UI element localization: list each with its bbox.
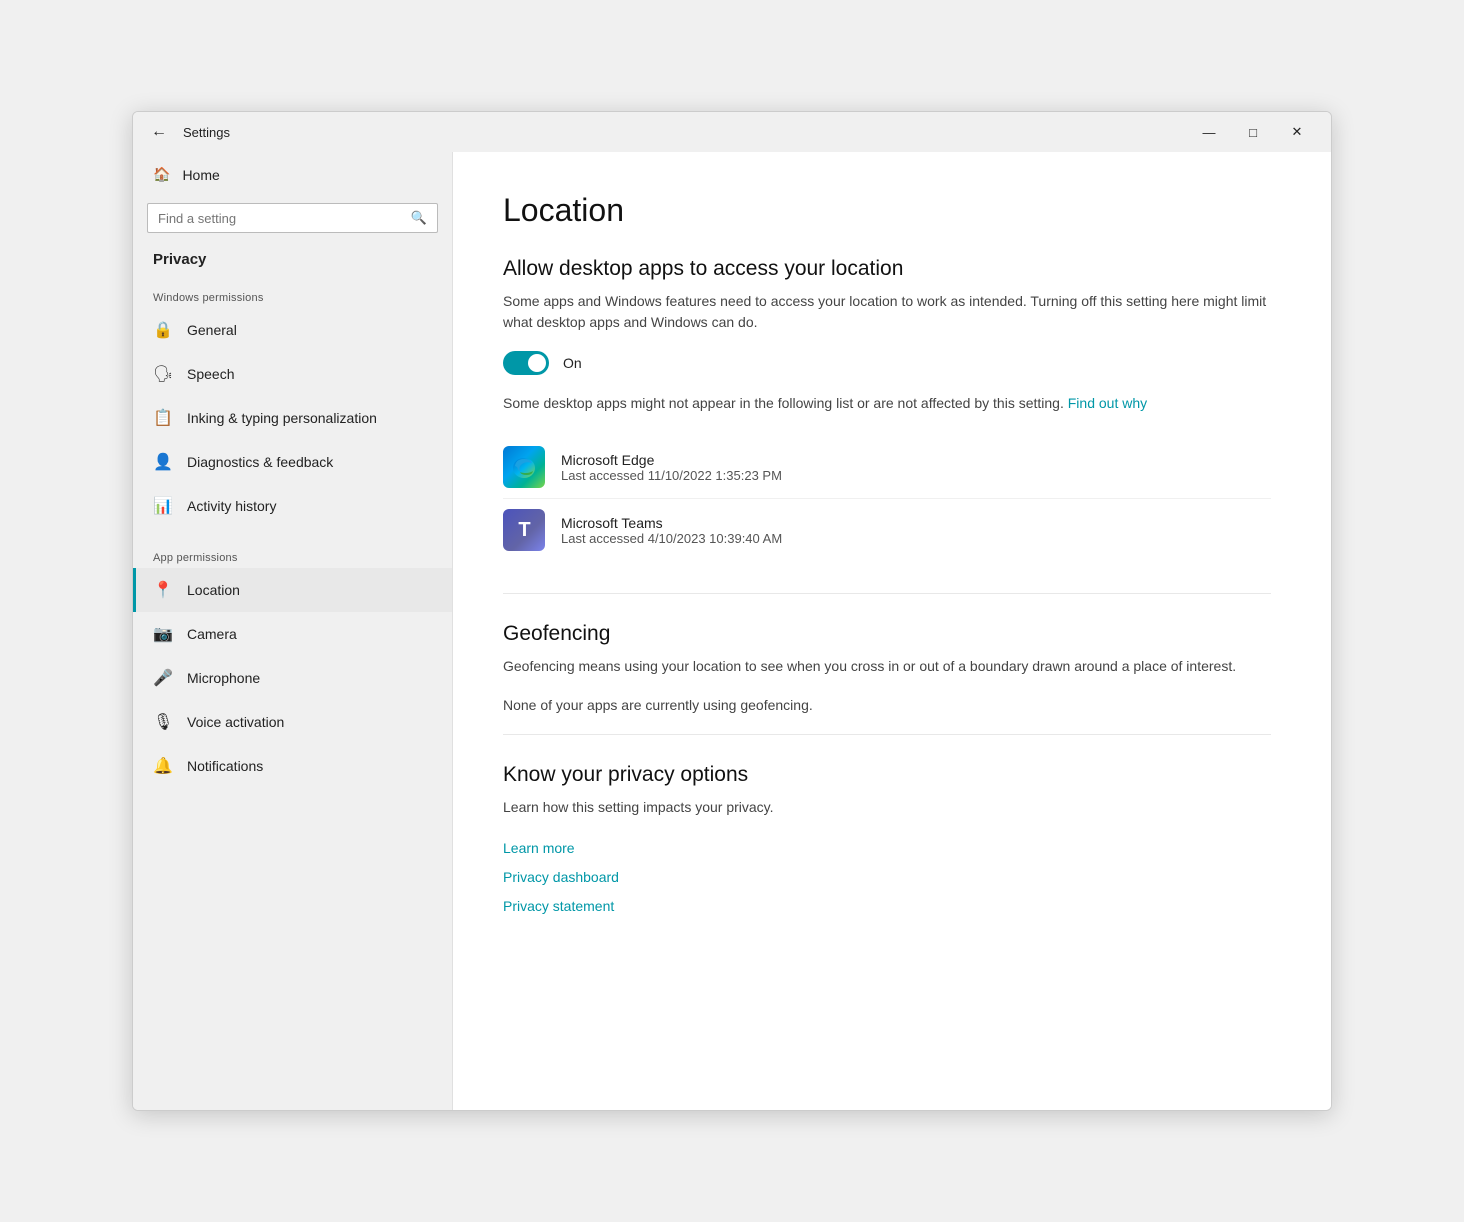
settings-window: ← Settings — □ ✕ 🏠 Home 🔍 Privacy Win — [132, 111, 1332, 1111]
teams-date: Last accessed 4/10/2023 10:39:40 AM — [561, 531, 782, 546]
sidebar-item-location[interactable]: 📍 Location — [133, 568, 452, 612]
section3-title: Know your privacy options — [503, 763, 1271, 787]
privacy-links: Learn more Privacy dashboard Privacy sta… — [503, 836, 1271, 920]
sidebar-item-notifications[interactable]: 🔔 Notifications — [133, 744, 452, 788]
sidebar-item-voice-label: Voice activation — [187, 714, 284, 730]
sidebar-item-camera-label: Camera — [187, 626, 237, 642]
sidebar-item-speech[interactable]: 🗣 Speech — [133, 352, 452, 396]
teams-icon: T — [503, 509, 545, 551]
search-input[interactable] — [158, 211, 411, 226]
sidebar-item-inking[interactable]: 📋 Inking & typing personalization — [133, 396, 452, 440]
sidebar-item-voice[interactable]: 🎙 Voice activation — [133, 700, 452, 744]
sidebar-item-microphone[interactable]: 🎤 Microphone — [133, 656, 452, 700]
app-item-teams: T Microsoft Teams Last accessed 4/10/202… — [503, 499, 1271, 561]
page-title: Location — [503, 192, 1271, 229]
sidebar-search-box[interactable]: 🔍 — [147, 203, 438, 233]
toggle-label: On — [563, 355, 582, 371]
close-button[interactable]: ✕ — [1275, 116, 1319, 148]
note-text: Some desktop apps might not appear in th… — [503, 393, 1271, 414]
sidebar-item-activity-label: Activity history — [187, 498, 276, 514]
toggle-row: On — [503, 351, 1271, 375]
section1-title: Allow desktop apps to access your locati… — [503, 257, 1271, 281]
sidebar-item-general-label: General — [187, 322, 237, 338]
back-button[interactable]: ← — [145, 119, 173, 145]
title-bar-title: Settings — [183, 125, 230, 140]
edge-icon — [503, 446, 545, 488]
app-permissions-title: App permissions — [133, 542, 452, 568]
home-icon: 🏠 — [153, 166, 170, 183]
location-toggle[interactable] — [503, 351, 549, 375]
sidebar-item-camera[interactable]: 📷 Camera — [133, 612, 452, 656]
content-area: 🏠 Home 🔍 Privacy Windows permissions 🔒 G… — [133, 152, 1331, 1110]
sidebar-item-inking-label: Inking & typing personalization — [187, 410, 377, 426]
minimize-button[interactable]: — — [1187, 116, 1231, 148]
diagnostics-icon: 👤 — [153, 452, 173, 472]
note-prefix: Some desktop apps might not appear in th… — [503, 395, 1064, 411]
section2-description: Geofencing means using your location to … — [503, 656, 1271, 677]
teams-icon-text: T — [518, 519, 529, 542]
microphone-icon: 🎤 — [153, 668, 173, 688]
section2-title: Geofencing — [503, 622, 1271, 646]
voice-icon: 🎙 — [153, 712, 173, 732]
sidebar-item-location-label: Location — [187, 582, 240, 598]
inking-icon: 📋 — [153, 408, 173, 428]
sidebar-privacy-label: Privacy — [133, 245, 452, 282]
sidebar-item-speech-label: Speech — [187, 366, 234, 382]
app-item-edge: Microsoft Edge Last accessed 11/10/2022 … — [503, 436, 1271, 499]
sidebar-item-diagnostics[interactable]: 👤 Diagnostics & feedback — [133, 440, 452, 484]
toggle-knob — [528, 354, 546, 372]
location-icon: 📍 — [153, 580, 173, 600]
title-bar-controls: — □ ✕ — [1187, 116, 1319, 148]
sidebar-item-diagnostics-label: Diagnostics & feedback — [187, 454, 333, 470]
lock-icon: 🔒 — [153, 320, 173, 340]
section1-description: Some apps and Windows features need to a… — [503, 291, 1271, 333]
edge-info: Microsoft Edge Last accessed 11/10/2022 … — [561, 452, 782, 483]
speech-icon: 🗣 — [153, 364, 173, 384]
search-icon: 🔍 — [411, 210, 427, 226]
camera-icon: 📷 — [153, 624, 173, 644]
learn-more-link[interactable]: Learn more — [503, 836, 1271, 861]
windows-permissions-title: Windows permissions — [133, 282, 452, 308]
sidebar-item-activity[interactable]: 📊 Activity history — [133, 484, 452, 528]
sidebar: 🏠 Home 🔍 Privacy Windows permissions 🔒 G… — [133, 152, 453, 1110]
sidebar-item-microphone-label: Microphone — [187, 670, 260, 686]
edge-date: Last accessed 11/10/2022 1:35:23 PM — [561, 468, 782, 483]
teams-info: Microsoft Teams Last accessed 4/10/2023 … — [561, 515, 782, 546]
notifications-icon: 🔔 — [153, 756, 173, 776]
sidebar-item-notifications-label: Notifications — [187, 758, 263, 774]
home-label: Home — [182, 167, 219, 183]
teams-name: Microsoft Teams — [561, 515, 782, 531]
activity-icon: 📊 — [153, 496, 173, 516]
app-list: Microsoft Edge Last accessed 11/10/2022 … — [503, 436, 1271, 561]
maximize-button[interactable]: □ — [1231, 116, 1275, 148]
edge-svg-icon — [510, 453, 538, 481]
no-apps-geofencing: None of your apps are currently using ge… — [503, 695, 1271, 716]
privacy-dashboard-link[interactable]: Privacy dashboard — [503, 865, 1271, 890]
edge-name: Microsoft Edge — [561, 452, 782, 468]
main-content: Location Allow desktop apps to access yo… — [453, 152, 1331, 1110]
title-bar: ← Settings — □ ✕ — [133, 112, 1331, 152]
title-bar-left: ← Settings — [145, 119, 1187, 145]
divider2 — [503, 734, 1271, 735]
divider1 — [503, 593, 1271, 594]
find-out-why-link[interactable]: Find out why — [1068, 395, 1147, 411]
sidebar-item-general[interactable]: 🔒 General — [133, 308, 452, 352]
privacy-statement-link[interactable]: Privacy statement — [503, 894, 1271, 919]
section3-description: Learn how this setting impacts your priv… — [503, 797, 1271, 818]
sidebar-home-item[interactable]: 🏠 Home — [133, 152, 452, 197]
